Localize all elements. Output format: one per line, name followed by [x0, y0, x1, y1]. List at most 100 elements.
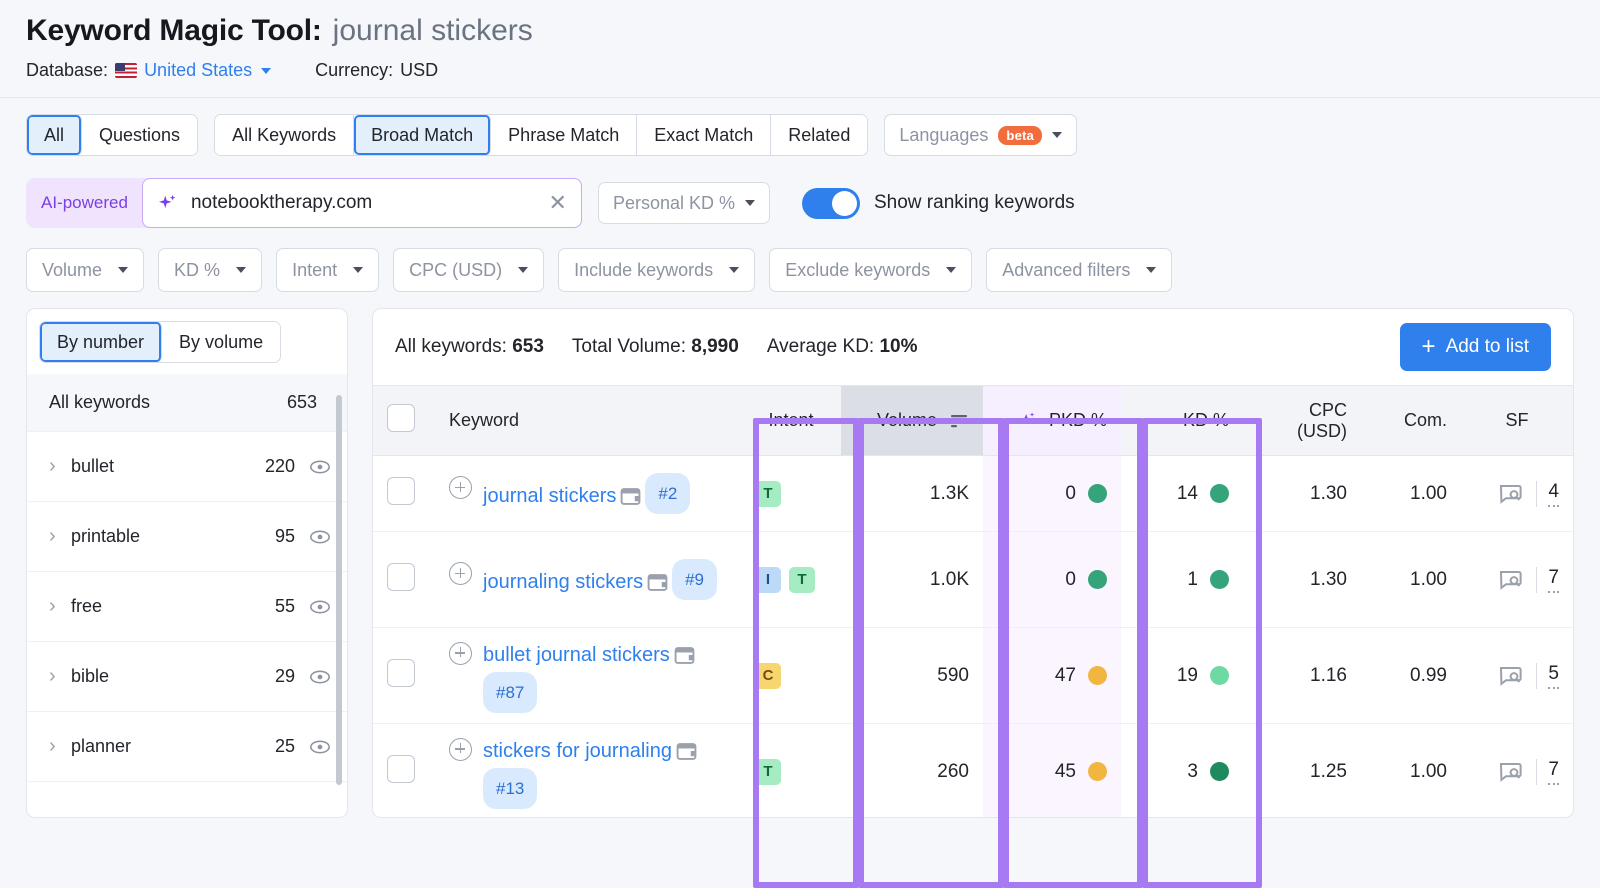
rank-badge[interactable]: #87 [483, 671, 538, 713]
sort-icon[interactable] [949, 414, 969, 428]
chevron-down-icon[interactable] [353, 267, 364, 273]
chevron-right-icon[interactable]: › [49, 525, 71, 548]
serp-features-icon[interactable] [1499, 569, 1525, 591]
filter-kd[interactable]: KD % [158, 248, 263, 292]
tab-questions[interactable]: Questions [82, 115, 198, 155]
chevron-right-icon[interactable]: › [49, 455, 71, 478]
chevron-down-icon[interactable] [518, 267, 529, 273]
serp-preview-icon[interactable] [620, 487, 641, 506]
serp-preview-icon[interactable] [676, 742, 697, 761]
chevron-down-icon[interactable] [1051, 132, 1062, 138]
chevron-down-icon[interactable] [236, 267, 247, 273]
sf-count[interactable]: 5 [1548, 663, 1559, 689]
database-value[interactable]: United States [144, 60, 252, 81]
eye-icon[interactable] [309, 736, 331, 758]
show-ranking-keywords-toggle[interactable] [802, 187, 860, 219]
eye-icon[interactable] [309, 456, 331, 478]
serp-preview-icon[interactable] [647, 573, 668, 592]
tab-by-volume[interactable]: By volume [162, 322, 281, 362]
sidebar-item-planner[interactable]: › planner 25 [27, 712, 347, 782]
table-row[interactable]: bullet journal stickers #87 C 590 47 19 1… [373, 627, 1573, 724]
add-keyword-icon[interactable] [449, 737, 472, 761]
col-header-cpc[interactable]: CPC (USD) [1243, 385, 1361, 456]
add-to-list-button[interactable]: + Add to list [1399, 323, 1551, 371]
chevron-down-icon[interactable] [261, 67, 272, 74]
add-keyword-icon[interactable] [449, 641, 472, 665]
sidebar-item-bible[interactable]: › bible 29 [27, 642, 347, 712]
filter-cpc[interactable]: CPC (USD) [393, 248, 545, 292]
row-checkbox[interactable] [387, 562, 415, 591]
col-header-kd[interactable]: KD % [1121, 385, 1243, 456]
filter-intent[interactable]: Intent [276, 248, 380, 292]
languages-dropdown[interactable]: Languages beta [884, 114, 1077, 156]
sidebar-item-printable[interactable]: › printable 95 [27, 502, 347, 572]
row-checkbox[interactable] [387, 754, 415, 783]
keyword-link[interactable]: journaling stickers #9 [483, 559, 717, 600]
sidebar-scrollbar[interactable] [336, 395, 342, 785]
sidebar-item-free[interactable]: › free 55 [27, 572, 347, 642]
row-checkbox[interactable] [387, 476, 415, 505]
ranking-toggle-group[interactable]: Show ranking keywords [802, 187, 1075, 219]
match-tab-group[interactable]: All Keywords Broad Match Phrase Match Ex… [214, 114, 869, 156]
chevron-right-icon[interactable]: › [49, 595, 71, 618]
chevron-down-icon[interactable] [946, 267, 957, 273]
sidebar-view-seg[interactable]: By number By volume [39, 321, 282, 363]
tab-exact-match[interactable]: Exact Match [637, 115, 772, 155]
col-header-com[interactable]: Com. [1361, 385, 1461, 456]
languages-label: Languages [899, 124, 989, 145]
eye-icon[interactable] [309, 666, 331, 688]
chevron-down-icon[interactable] [745, 200, 755, 206]
table-row[interactable]: journal stickers #2 T 1.3K 0 14 1.30 1.00 [373, 455, 1573, 532]
filter-exclude-keywords[interactable]: Exclude keywords [769, 248, 973, 292]
filter-volume[interactable]: Volume [26, 248, 145, 292]
sidebar-item-all-keywords[interactable]: All keywords 653 [27, 374, 347, 432]
domain-value[interactable]: notebooktherapy.com [191, 192, 537, 214]
add-keyword-icon[interactable] [449, 476, 472, 499]
col-header-keyword[interactable]: Keyword [435, 385, 741, 456]
keyword-link[interactable]: bullet journal stickers #87 [483, 639, 727, 713]
col-header-volume[interactable]: Volume [841, 385, 983, 456]
col-header-pkd[interactable]: PKD % [983, 385, 1121, 456]
filter-advanced[interactable]: Advanced filters [986, 248, 1173, 292]
serp-features-icon[interactable] [1499, 483, 1525, 505]
eye-icon[interactable] [309, 526, 331, 548]
chevron-right-icon[interactable]: › [49, 735, 71, 758]
database-selector[interactable]: Database: United States [26, 60, 272, 81]
row-checkbox[interactable] [387, 658, 415, 687]
question-tab-group[interactable]: All Questions [26, 114, 199, 156]
domain-input[interactable]: notebooktherapy.com ✕ [141, 178, 582, 228]
filter-include-keywords[interactable]: Include keywords [558, 248, 756, 292]
add-keyword-icon[interactable] [449, 562, 472, 585]
chevron-down-icon[interactable] [1146, 267, 1157, 273]
rank-badge[interactable]: #9 [672, 559, 717, 600]
chevron-down-icon[interactable] [729, 267, 740, 273]
chevron-down-icon[interactable] [118, 267, 129, 273]
keyword-link[interactable]: journal stickers #2 [483, 473, 691, 514]
col-header-sf[interactable]: SF [1461, 385, 1573, 456]
keyword-link[interactable]: stickers for journaling #13 [483, 735, 727, 809]
tab-related[interactable]: Related [771, 115, 868, 155]
select-all-checkbox[interactable] [387, 404, 415, 432]
eye-icon[interactable] [309, 596, 331, 618]
chevron-right-icon[interactable]: › [49, 665, 71, 688]
rank-badge[interactable]: #13 [483, 767, 538, 809]
col-header-intent[interactable]: Intent [741, 385, 841, 456]
pkd-cell: 0 [983, 531, 1121, 628]
sf-count[interactable]: 7 [1548, 567, 1559, 593]
serp-features-icon[interactable] [1499, 665, 1525, 687]
personal-kd-dropdown[interactable]: Personal KD % [597, 182, 770, 224]
rank-badge[interactable]: #2 [645, 473, 691, 514]
sidebar-item-bullet[interactable]: › bullet 220 [27, 432, 347, 502]
tab-broad-match[interactable]: Broad Match [354, 115, 492, 155]
table-row[interactable]: journaling stickers #9 I T 1.0K 0 1 1.30… [373, 531, 1573, 628]
tab-by-number[interactable]: By number [40, 322, 163, 362]
table-row[interactable]: stickers for journaling #13 T 260 45 3 1.… [373, 723, 1573, 817]
tab-all-keywords[interactable]: All Keywords [215, 115, 355, 155]
sf-count[interactable]: 7 [1548, 759, 1559, 785]
sf-count[interactable]: 4 [1548, 481, 1559, 507]
serp-preview-icon[interactable] [674, 646, 695, 665]
tab-all[interactable]: All [27, 115, 83, 155]
close-icon[interactable]: ✕ [549, 192, 567, 214]
tab-phrase-match[interactable]: Phrase Match [491, 115, 638, 155]
serp-features-icon[interactable] [1499, 761, 1525, 783]
